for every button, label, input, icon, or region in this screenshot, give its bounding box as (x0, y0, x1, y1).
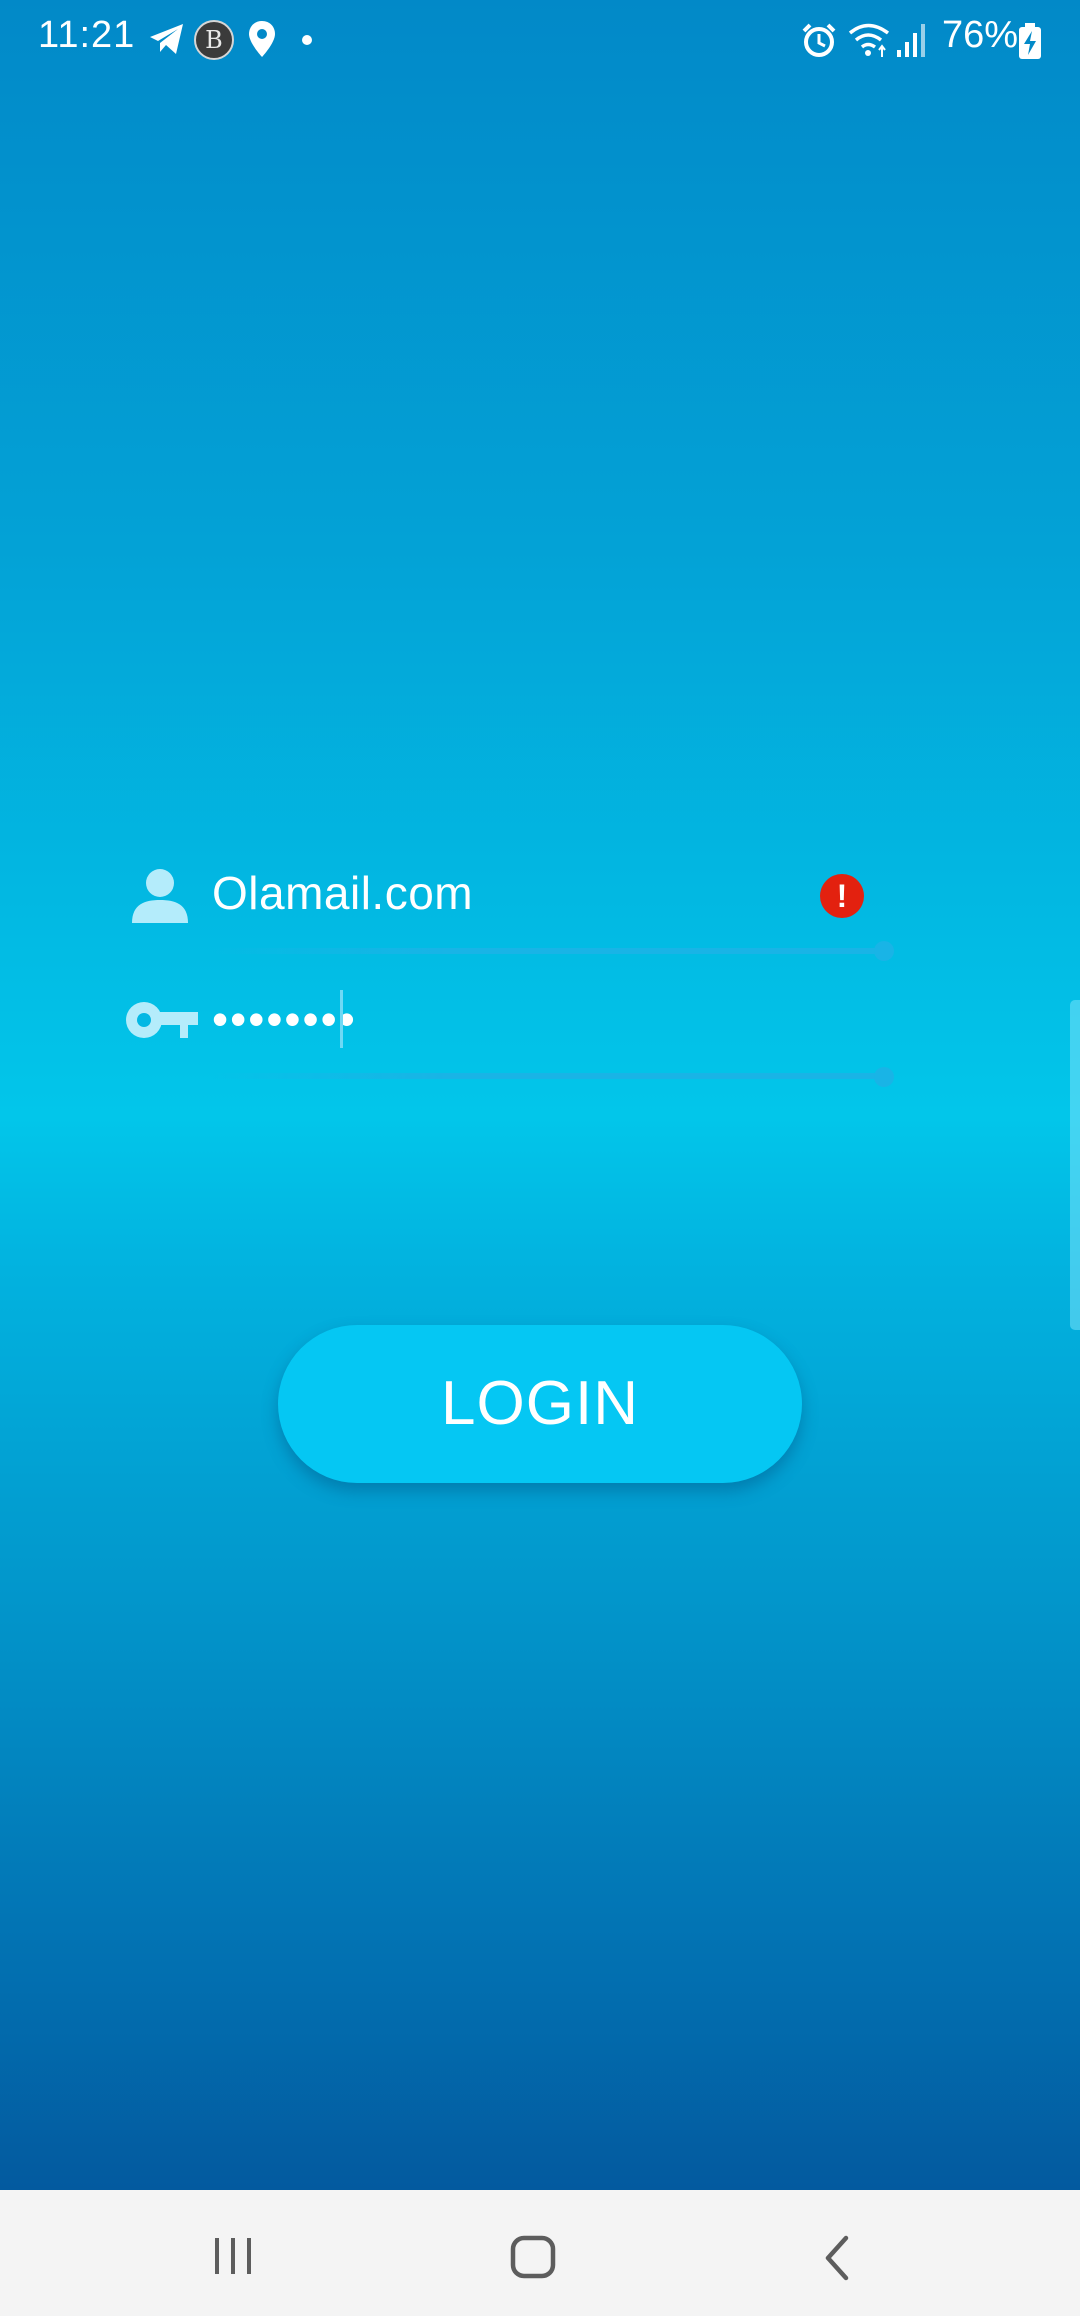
back-icon[interactable] (822, 2234, 852, 2282)
alarm-icon (802, 23, 836, 57)
password-underline (212, 1073, 882, 1079)
home-icon[interactable] (510, 2235, 556, 2279)
login-screen: 11:21 B 76% Olamail.com ! •••••••• LOGIN (0, 0, 1080, 2316)
email-underline-knob (874, 941, 894, 961)
email-input-value[interactable]: Olamail.com (212, 866, 473, 920)
password-underline-knob (874, 1067, 894, 1087)
b-app-icon: B (194, 20, 234, 60)
telegram-icon (150, 24, 183, 54)
text-cursor (340, 990, 343, 1048)
battery-percent: 76% (942, 14, 1019, 56)
battery-charging-icon (1019, 23, 1041, 59)
location-icon (249, 21, 275, 57)
password-input-value[interactable]: •••••••• (212, 996, 357, 1042)
login-button[interactable]: LOGIN (278, 1325, 802, 1483)
person-icon (132, 869, 188, 923)
app-background: 11:21 B 76% Olamail.com ! •••••••• LOGIN (0, 0, 1080, 2190)
svg-text:B: B (205, 26, 223, 54)
key-icon (126, 1002, 198, 1038)
error-icon[interactable]: ! (820, 874, 864, 918)
email-underline (212, 948, 882, 954)
wifi-icon (848, 23, 890, 57)
signal-icon (897, 24, 925, 57)
scroll-indicator[interactable] (1070, 1000, 1080, 1330)
notification-dot-icon (302, 35, 312, 45)
status-time: 11:21 (38, 14, 136, 56)
status-bar: 11:21 B 76% (0, 0, 1080, 80)
recent-apps-icon[interactable] (212, 2236, 254, 2276)
